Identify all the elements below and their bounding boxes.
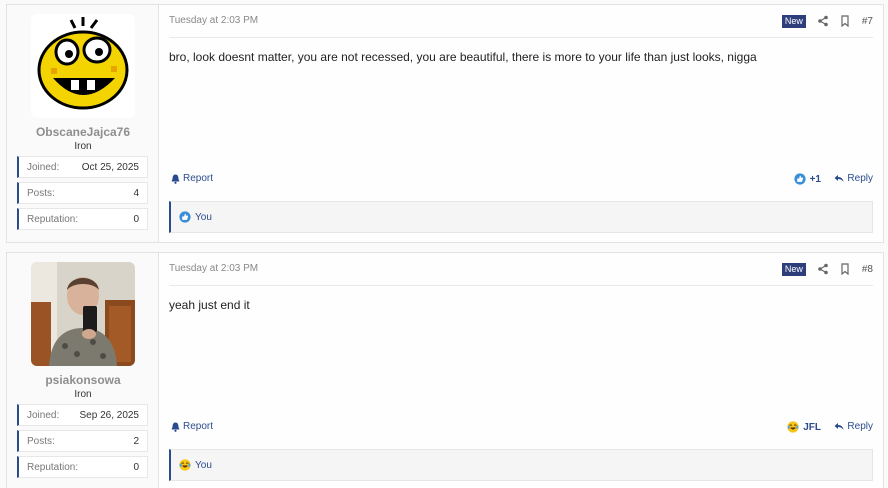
photo-avatar [31,262,135,366]
reply-arrow-icon [834,423,844,430]
report-button[interactable]: Report [171,173,213,184]
reply-label: Reply [847,173,873,184]
crying-laughing-emoji-icon [179,459,191,471]
pixel-smiley-avatar [31,14,135,118]
user-rank: Iron [74,389,92,400]
post-content: bro, look doesnt matter, you are not rec… [169,50,757,64]
stat-value: 0 [133,462,139,473]
new-badge: New [781,14,806,28]
stat-label: Reputation: [27,214,79,225]
stat-joined: Joined: Oct 25, 2025 [17,156,148,178]
bookmark-icon[interactable] [840,15,850,27]
reaction-label: JFL [803,421,821,433]
reaction-count: +1 [809,173,821,185]
stat-posts: Posts: 4 [17,182,148,204]
reactions-bar: You [169,201,873,233]
stat-label: Posts: [27,188,55,199]
stat-value: 2 [133,436,139,447]
stat-reputation: Reputation: 0 [17,208,148,230]
reactions-list[interactable]: You [179,459,212,471]
header-divider [169,285,873,286]
reaction-button[interactable]: JFL [787,421,821,433]
stat-value: 4 [133,188,139,199]
stat-label: Joined: [27,162,60,173]
like-emoji-icon [179,211,191,223]
reactions-bar: You [169,449,873,481]
post-header-actions: New #7 [781,13,873,29]
share-icon[interactable] [818,263,828,275]
stat-reputation: Reputation: 0 [17,456,148,478]
stat-value: 0 [133,214,139,225]
reply-arrow-icon [834,175,844,182]
stat-label: Posts: [27,436,55,447]
report-label: Report [183,173,214,184]
post-date[interactable]: Tuesday at 2:03 PM [169,263,258,274]
bell-icon [171,422,180,432]
forum-post: ObscaneJajca76 Iron Joined: Oct 25, 2025… [6,4,884,243]
header-divider [169,37,873,38]
reply-label: Reply [847,421,873,432]
reply-button[interactable]: Reply [834,173,873,184]
post-actions: Report +1 Reply [169,173,873,189]
reactors-label: You [195,211,212,223]
report-button[interactable]: Report [171,421,213,432]
report-label: Report [183,421,214,432]
reaction-button[interactable]: +1 [793,173,821,185]
post-date[interactable]: Tuesday at 2:03 PM [169,15,258,26]
user-rank: Iron [74,141,92,152]
post-content: yeah just end it [169,298,250,312]
stat-posts: Posts: 2 [17,430,148,452]
forum-post: psiakonsowa Iron Joined: Sep 26, 2025 Po… [6,252,884,488]
post-main: Tuesday at 2:03 PM New #8 yeah just end … [159,253,883,488]
post-main: Tuesday at 2:03 PM New #7 bro, look does… [159,5,883,242]
username[interactable]: psiakonsowa [7,373,159,387]
stat-label: Reputation: [27,462,79,473]
bell-icon [171,174,180,184]
avatar[interactable] [31,14,135,118]
post-header-actions: New #8 [781,261,873,277]
user-info-panel: ObscaneJajca76 Iron Joined: Oct 25, 2025… [7,5,159,242]
like-emoji-icon [793,173,806,185]
stat-value: Oct 25, 2025 [81,162,139,173]
reply-button[interactable]: Reply [834,421,873,432]
stat-label: Joined: [27,410,60,421]
user-info-panel: psiakonsowa Iron Joined: Sep 26, 2025 Po… [7,253,159,488]
reactions-list[interactable]: You [179,211,212,223]
stat-joined: Joined: Sep 26, 2025 [17,404,148,426]
post-actions: Report JFL Reply [169,421,873,437]
new-badge: New [781,262,806,276]
post-number[interactable]: #7 [862,16,873,27]
bookmark-icon[interactable] [840,263,850,275]
reactors-label: You [195,459,212,471]
share-icon[interactable] [818,15,828,27]
avatar[interactable] [31,262,135,366]
crying-laughing-emoji-icon [787,421,799,433]
post-number[interactable]: #8 [862,264,873,275]
stat-value: Sep 26, 2025 [79,410,140,421]
username[interactable]: ObscaneJajca76 [7,125,159,139]
